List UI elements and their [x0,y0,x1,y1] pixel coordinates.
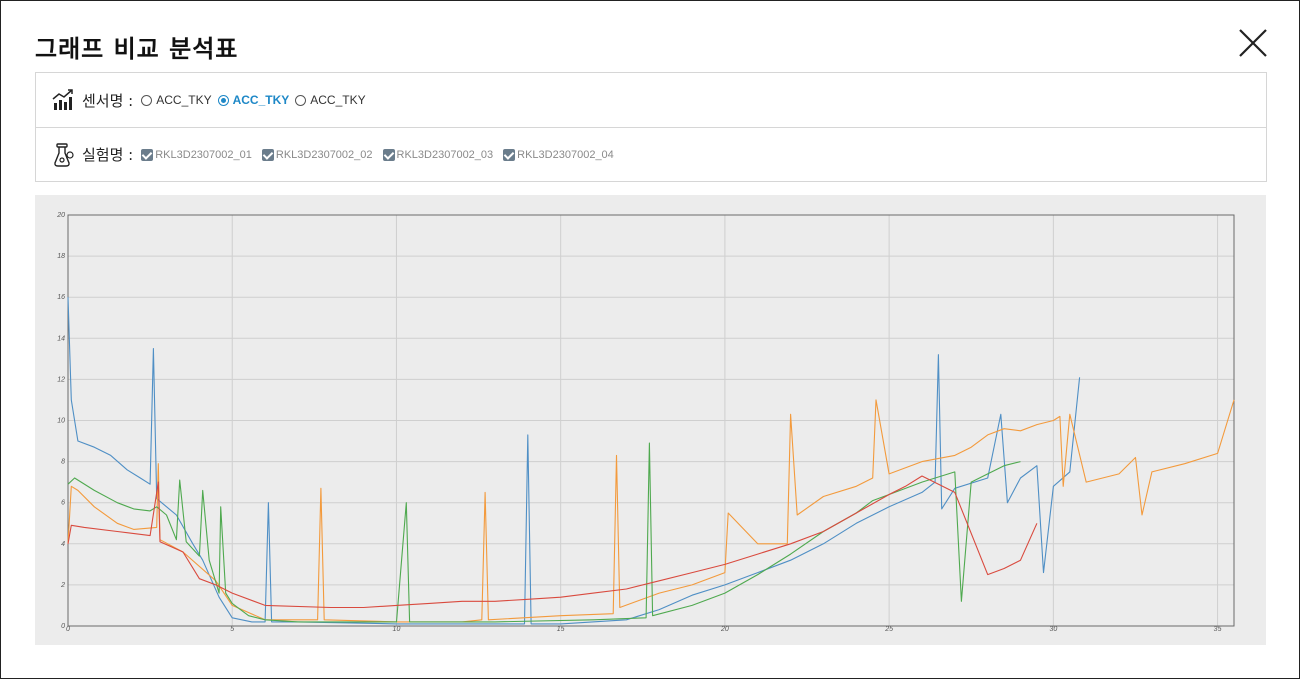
experiment-checkbox-1[interactable]: RKL3D2307002_01 [141,148,252,161]
sensor-row: 센서명 : ACC_TKY ACC_TKY ACC_TKY [36,73,1266,128]
y-tick-label: 20 [56,212,65,219]
experiment-item-label: RKL3D2307002_03 [396,148,494,161]
experiment-row: 실험명 : RKL3D2307002_01 RKL3D2307002_02 RK… [36,128,1266,181]
sensor-option-1[interactable]: ACC_TKY [141,93,212,107]
checkbox-checked-icon[interactable] [382,148,395,161]
experiment-item-label: RKL3D2307002_04 [517,148,614,161]
sensor-option-3[interactable]: ACC_TKY [295,93,366,107]
x-tick-label: 5 [230,626,234,633]
y-tick-label: 6 [61,500,65,507]
y-tick-label: 16 [57,294,65,301]
checkbox-checked-icon[interactable] [261,148,274,161]
checkbox-checked-icon[interactable] [503,148,516,161]
y-tick-label: 14 [57,335,65,342]
y-tick-label: 8 [61,459,65,466]
chart-area: 0 2 4 6 8 10 12 14 16 18 20 0 5 10 15 20 25 30 35 [35,195,1266,645]
x-tick-label: 30 [1049,626,1057,633]
experiment-checkbox-3[interactable]: RKL3D2307002_03 [382,148,494,161]
x-tick-label: 0 [66,626,70,633]
sensor-option-label: ACC_TKY [156,93,212,107]
sensor-option-2[interactable]: ACC_TKY [217,93,290,107]
x-tick-label: 20 [720,626,729,633]
sensor-option-label: ACC_TKY [232,93,290,107]
dialog-title: 그래프 비교 분석표 [35,35,239,63]
x-tick-label: 25 [884,626,893,633]
close-icon [1239,29,1267,57]
sensor-option-label: ACC_TKY [310,93,366,107]
x-tick-label: 35 [1214,626,1222,633]
close-button[interactable] [1237,27,1269,59]
experiment-checkbox-4[interactable]: RKL3D2307002_04 [503,148,614,161]
experiment-label: 실험명 : [82,146,134,164]
flask-icon [52,142,76,167]
y-tick-label: 0 [61,623,65,630]
experiment-checkbox-2[interactable]: RKL3D2307002_02 [261,148,373,161]
radio-selected-icon[interactable] [217,94,229,106]
radio-icon[interactable] [141,94,153,106]
y-tick-label: 4 [61,541,65,548]
chart-growth-icon [52,88,76,112]
y-tick-label: 2 [60,582,65,589]
sensor-label: 센서명 : [82,91,134,110]
dialog: 그래프 비교 분석표 센서명 : ACC_TKY ACC_TKY ACC_TKY… [0,0,1300,679]
line-chart: 0 2 4 6 8 10 12 14 16 18 20 0 5 10 15 20 25 30 35 [56,212,1235,633]
filter-panel: 센서명 : ACC_TKY ACC_TKY ACC_TKY 실험명: RKL3… [35,72,1267,182]
y-tick-label: 18 [57,253,65,260]
experiment-item-label: RKL3D2307002_02 [275,148,373,161]
y-tick-label: 12 [57,376,65,383]
checkbox-checked-icon[interactable] [141,148,154,161]
x-tick-label: 10 [393,626,401,633]
x-tick-label: 15 [557,626,565,633]
y-tick-label: 10 [57,418,65,425]
experiment-item-label: RKL3D2307002_01 [155,148,252,161]
radio-icon[interactable] [295,94,307,106]
